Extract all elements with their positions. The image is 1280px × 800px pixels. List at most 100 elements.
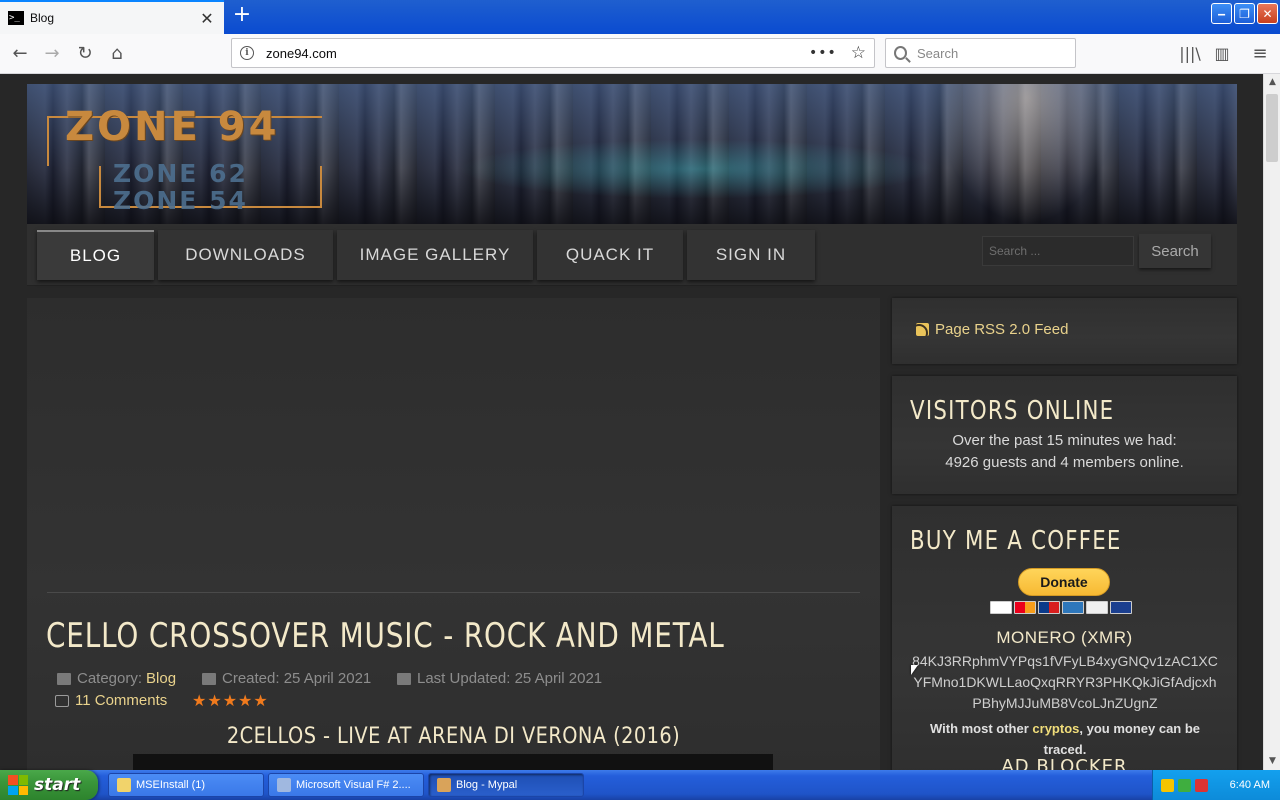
cryptos-link[interactable]: cryptos <box>1032 721 1079 736</box>
terminal-favicon-icon: >_ <box>8 11 24 25</box>
tab-title: Blog <box>30 11 55 25</box>
article-updated: Last Updated: 25 April 2021 <box>397 670 602 687</box>
article-category: Category: Blog <box>57 670 176 687</box>
visitors-line-1: Over the past 15 minutes we had: <box>952 432 1177 449</box>
scroll-down-arrow-icon[interactable]: ▼ <box>1264 753 1280 770</box>
url-bar[interactable]: i zone94.com ••• ☆ <box>231 38 875 68</box>
mypal-browser-icon <box>437 778 451 792</box>
start-label: start <box>34 775 81 795</box>
browser-navbar: ← → ↻ ⌂ i zone94.com ••• ☆ |||\ ▥ ≡ <box>0 34 1280 74</box>
star-icon[interactable]: ★ <box>192 692 206 710</box>
window-controls: ‒ ❐ ✕ <box>1211 3 1278 24</box>
new-tab-plus-icon[interactable]: + <box>230 4 254 28</box>
rating-stars[interactable]: ★ ★ ★ ★ ★ <box>192 692 268 710</box>
comments-link[interactable]: 11 Comments <box>55 692 167 709</box>
rss-feed-link[interactable]: Page RSS 2.0 Feed <box>916 321 1068 338</box>
mastercard-icon <box>1014 601 1036 614</box>
rss-icon <box>916 323 929 336</box>
star-icon[interactable]: ★ <box>238 692 252 710</box>
site-logo[interactable]: ZONE 94 ZONE 62 ZONE 54 <box>47 104 322 215</box>
start-button[interactable]: start <box>0 770 98 800</box>
monero-address[interactable]: 84KJ3RRphmVYPqs1fVFyLB4xyGNQv1zAC1XCYFMn… <box>910 651 1220 714</box>
comments-count[interactable]: 11 Comments <box>75 692 167 709</box>
security-shield-icon[interactable] <box>1161 778 1174 792</box>
monero-title: MONERO (XMR) <box>996 628 1133 647</box>
site-main-menu: BLOG DOWNLOADS IMAGE GALLERY QUACK IT SI… <box>27 224 1237 286</box>
star-icon[interactable]: ★ <box>223 692 237 710</box>
article-created: Created: 25 April 2021 <box>202 670 371 687</box>
menu-item-blog[interactable]: BLOG <box>37 230 154 280</box>
created-date: Created: 25 April 2021 <box>222 670 372 687</box>
main-content: CELLO CROSSOVER MUSIC - ROCK AND METAL C… <box>27 298 880 770</box>
taskbar-item-visual-fsharp[interactable]: Microsoft Visual F# 2.... <box>268 773 424 797</box>
browser-tabbar: >_ Blog ✕ + ‒ ❐ ✕ <box>0 0 1280 34</box>
amex-card-icon <box>1062 601 1084 614</box>
site-search-input[interactable] <box>982 236 1134 266</box>
logo-sub-text-1: ZONE 62 <box>113 159 248 188</box>
content-divider <box>47 592 860 593</box>
home-icon[interactable]: ⌂ <box>105 42 129 66</box>
maximize-button[interactable]: ❐ <box>1234 3 1255 24</box>
buy-me-a-coffee-box: BUY ME A COFFEE Donate MONERO (XMR) 84KJ… <box>892 506 1237 770</box>
visa-card-icon <box>990 601 1012 614</box>
category-link[interactable]: Blog <box>146 670 176 687</box>
paypal-donate-button[interactable]: Donate <box>1018 568 1110 596</box>
star-icon[interactable]: ★ <box>253 692 267 710</box>
folder-icon <box>117 778 131 792</box>
taskbar-item-label: Microsoft Visual F# 2.... <box>296 779 411 791</box>
payment-cards <box>990 601 1132 614</box>
tab-close-icon[interactable]: ✕ <box>198 9 216 28</box>
scroll-up-arrow-icon[interactable]: ▲ <box>1264 74 1280 91</box>
reload-icon[interactable]: ↻ <box>73 42 97 66</box>
discover-card-icon <box>1086 601 1108 614</box>
installer-icon <box>277 778 291 792</box>
windows-logo-icon <box>8 775 28 795</box>
calendar-icon <box>202 672 216 685</box>
visitors-heading: VISITORS ONLINE <box>910 396 1115 426</box>
web-page: ZONE 94 ZONE 62 ZONE 54 BLOG DOWNLOADS I… <box>0 74 1263 770</box>
page-scrollbar[interactable]: ▲ ▼ <box>1263 74 1280 770</box>
search-icon <box>894 46 907 60</box>
alert-shield-icon[interactable] <box>1195 778 1208 792</box>
taskbar-item-label: MSEInstall (1) <box>136 779 206 791</box>
rss-label[interactable]: Page RSS 2.0 Feed <box>935 321 1068 338</box>
taskbar-item-blog-mypal[interactable]: Blog - Mypal <box>428 773 584 797</box>
crypto-note: With most other cryptos, you money can b… <box>910 718 1220 760</box>
site-banner: ZONE 94 ZONE 62 ZONE 54 <box>27 84 1237 224</box>
banner-sunlight <box>937 84 1117 224</box>
forward-arrow-icon[interactable]: → <box>40 42 64 66</box>
menu-item-quack-it[interactable]: QUACK IT <box>537 230 683 280</box>
page-actions-more-icon[interactable]: ••• <box>809 45 837 61</box>
coffee-heading: BUY ME A COFFEE <box>910 526 1122 556</box>
menu-item-image-gallery[interactable]: IMAGE GALLERY <box>337 230 533 280</box>
browser-tab-blog[interactable]: >_ Blog ✕ <box>0 0 224 34</box>
back-arrow-icon[interactable]: ← <box>8 42 32 66</box>
library-icon[interactable]: |||\ <box>1178 42 1202 66</box>
article-title[interactable]: CELLO CROSSOVER MUSIC - ROCK AND METAL <box>46 616 725 656</box>
site-info-icon[interactable]: i <box>240 46 254 60</box>
bookmark-star-icon[interactable]: ☆ <box>851 43 866 63</box>
star-icon[interactable]: ★ <box>207 692 221 710</box>
embedded-video[interactable] <box>133 754 773 770</box>
browser-search-box[interactable] <box>885 38 1076 68</box>
visitors-online-box: VISITORS ONLINE Over the past 15 minutes… <box>892 376 1237 494</box>
taskbar-item-mseinstall[interactable]: MSEInstall (1) <box>108 773 264 797</box>
clock[interactable]: 6:40 AM <box>1230 779 1270 791</box>
minimize-button[interactable]: ‒ <box>1211 3 1232 24</box>
banner-train-glow <box>457 139 937 199</box>
site-search-button[interactable]: Search <box>1139 234 1211 268</box>
menu-item-sign-in[interactable]: SIGN IN <box>687 230 815 280</box>
sidebar-toggle-icon[interactable]: ▥ <box>1210 42 1234 66</box>
menu-item-downloads[interactable]: DOWNLOADS <box>158 230 333 280</box>
network-icon[interactable] <box>1178 778 1191 792</box>
url-text[interactable]: zone94.com <box>266 46 809 61</box>
scrollbar-thumb[interactable] <box>1266 94 1278 162</box>
close-window-button[interactable]: ✕ <box>1257 3 1278 24</box>
visitors-line-2: 4926 guests and 4 members online. <box>945 454 1184 471</box>
rss-box: Page RSS 2.0 Feed <box>892 298 1237 364</box>
browser-search-input[interactable] <box>917 45 1067 61</box>
taskbar-item-label: Blog - Mypal <box>456 779 518 791</box>
hamburger-menu-icon[interactable]: ≡ <box>1248 42 1272 66</box>
folder-icon <box>57 672 71 685</box>
calendar-icon <box>397 672 411 685</box>
